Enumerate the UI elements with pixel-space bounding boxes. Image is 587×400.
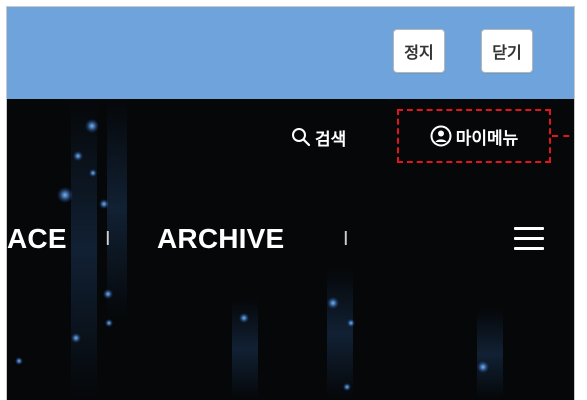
light-dot: [99, 199, 109, 209]
user-circle-icon: [430, 125, 452, 147]
search-label: 검색: [315, 129, 347, 150]
light-dot: [89, 169, 97, 177]
main-nav: ACE I ARCHIVE I: [7, 219, 574, 259]
light-dot: [57, 187, 73, 203]
top-bar: 정지 닫기: [7, 7, 574, 99]
light-dot: [85, 119, 99, 133]
light-dot: [105, 319, 113, 327]
nav-item-space[interactable]: ACE: [7, 219, 67, 259]
search-icon: [292, 128, 311, 147]
light-streak: [107, 99, 127, 319]
light-dot: [103, 289, 113, 299]
nav-separator: I: [343, 228, 349, 250]
light-dot: [73, 151, 83, 161]
hamburger-menu-icon[interactable]: [514, 227, 544, 251]
light-dot: [327, 297, 339, 309]
light-dot: [239, 313, 249, 323]
mymenu-label: 마이메뉴: [455, 128, 519, 149]
search-link[interactable]: 검색: [291, 115, 346, 159]
light-dot: [15, 357, 23, 365]
nav-separator: I: [105, 228, 111, 250]
light-streak: [327, 269, 353, 399]
light-dot: [347, 319, 355, 327]
stop-button[interactable]: 정지: [393, 29, 445, 73]
light-streak: [477, 309, 503, 399]
light-dot: [343, 383, 351, 391]
close-button[interactable]: 닫기: [481, 29, 533, 73]
callout-leader-line: [552, 135, 574, 137]
mymenu-link[interactable]: 마이메뉴: [397, 109, 551, 163]
light-dot: [71, 333, 81, 343]
browser-frame: 정지 닫기 검색 마이메뉴 ACE I ARCHIVE I: [6, 6, 575, 400]
nav-item-archive[interactable]: ARCHIVE: [157, 219, 284, 259]
light-dot: [477, 361, 489, 373]
